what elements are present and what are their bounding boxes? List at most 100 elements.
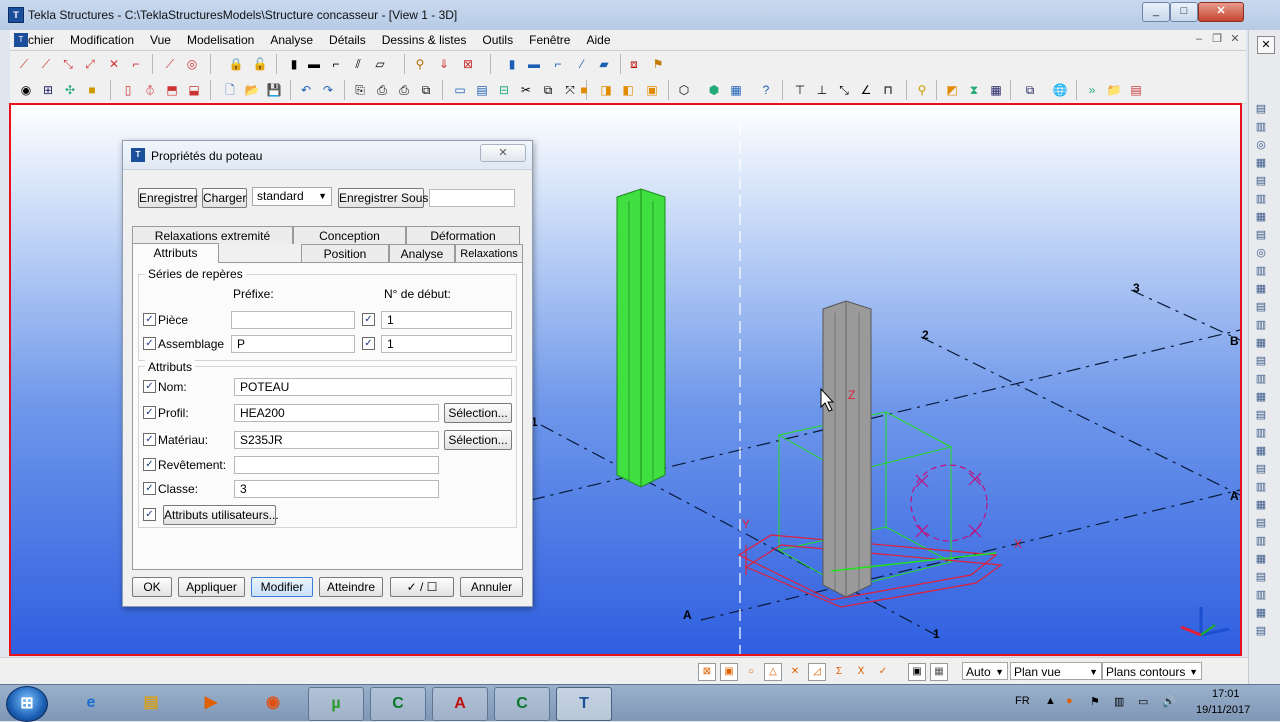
snap-select-icon[interactable]: ▣ xyxy=(908,663,926,681)
name-input[interactable]: POTEAU xyxy=(234,378,512,396)
side-tool-6-icon[interactable]: ▥ xyxy=(1254,192,1268,206)
tab-analyse[interactable]: Analyse xyxy=(389,244,455,262)
close-button[interactable]: ✕ xyxy=(1198,2,1244,22)
side-tool-12-icon[interactable]: ▤ xyxy=(1254,300,1268,314)
inquire-icon[interactable]: ⬒ xyxy=(164,82,180,98)
tab-position[interactable]: Position xyxy=(301,244,389,262)
view-system-icon[interactable]: T xyxy=(14,33,28,47)
snap-center-icon[interactable]: ◎ xyxy=(184,56,200,72)
select-surface-icon[interactable]: ◧ xyxy=(620,82,636,98)
snap-sum-icon[interactable]: Σ xyxy=(830,663,848,681)
side-tool-25-icon[interactable]: ▥ xyxy=(1254,534,1268,548)
side-tool-17-icon[interactable]: ▦ xyxy=(1254,390,1268,404)
media-player-icon[interactable]: ▶ xyxy=(184,687,238,719)
copy-object-icon[interactable]: ⧉ xyxy=(540,82,556,98)
snap-triangle-icon[interactable]: △ xyxy=(764,663,782,681)
concrete-beam-icon[interactable]: ▬ xyxy=(526,56,542,72)
box-icon[interactable]: ■ xyxy=(84,82,100,98)
side-tool-2-icon[interactable]: ▥ xyxy=(1254,120,1268,134)
clock-date[interactable]: 19/11/2017 xyxy=(1196,704,1250,716)
open-icon[interactable]: 📂 xyxy=(244,82,260,98)
view-restore-icon[interactable]: ❐ xyxy=(1208,30,1226,48)
snap-nearest-icon[interactable]: ⤢ xyxy=(82,56,98,72)
clip-plane-icon[interactable]: ⊟ xyxy=(496,82,512,98)
side-tool-16-icon[interactable]: ▥ xyxy=(1254,372,1268,386)
tab-deformation[interactable]: Déformation xyxy=(406,226,520,244)
load-button[interactable]: Charger xyxy=(202,188,247,208)
arc-icon[interactable]: ⊓ xyxy=(880,82,896,98)
side-close-icon[interactable]: ✕ xyxy=(1257,36,1275,54)
dialog-title-bar[interactable]: T Propriétés du poteau ✕ xyxy=(123,141,532,170)
modify-button[interactable]: Modifier xyxy=(251,577,313,597)
side-tool-1-icon[interactable]: ▤ xyxy=(1254,102,1268,116)
preset-select[interactable]: standard ▼ xyxy=(252,187,332,206)
get-button[interactable]: Atteindre xyxy=(319,577,383,597)
utorrent-icon[interactable]: µ xyxy=(308,687,364,721)
snap-geom-icon[interactable]: ▣ xyxy=(720,663,738,681)
snap-mode-select[interactable]: Auto ▼ xyxy=(962,662,1008,680)
point-icon[interactable]: ✣ xyxy=(62,82,78,98)
snap-check-icon[interactable]: ✓ xyxy=(874,663,892,681)
reinforcement-icon[interactable]: ⊠ xyxy=(460,56,476,72)
dimension-orth-icon[interactable]: ⊥ xyxy=(814,82,830,98)
view-list-icon[interactable]: ▤ xyxy=(474,82,490,98)
grid-icon[interactable]: ⊞ xyxy=(40,82,56,98)
camtasia-icon[interactable]: C xyxy=(370,687,426,721)
pick-icon[interactable]: ▯ xyxy=(120,82,136,98)
tab-conception[interactable]: Conception xyxy=(293,226,406,244)
save-as-button[interactable]: Enregistrer Sous xyxy=(338,188,428,208)
tray-flag-icon[interactable]: ⚑ xyxy=(1090,695,1100,708)
snap-perp-icon[interactable]: ◿ xyxy=(808,663,826,681)
workplane-icon[interactable]: ⧉ xyxy=(1022,82,1038,98)
snap-circle-icon[interactable]: ○ xyxy=(742,663,760,681)
part-prefix-input[interactable] xyxy=(231,311,355,329)
side-tool-20-icon[interactable]: ▦ xyxy=(1254,444,1268,458)
copy-icon[interactable]: ⎘ xyxy=(352,82,368,98)
layers-icon[interactable]: ◩ xyxy=(944,82,960,98)
explorer-icon[interactable]: ▤ xyxy=(124,687,178,719)
camtasia-recorder-icon[interactable]: C xyxy=(494,687,550,721)
undo-icon[interactable]: ↶ xyxy=(298,82,314,98)
tray-app-icon[interactable]: ● xyxy=(1066,695,1073,707)
profile-input[interactable]: HEA200 xyxy=(234,404,439,422)
language-indicator[interactable]: FR xyxy=(1015,695,1030,707)
concrete-polybeam-icon[interactable]: ⌐ xyxy=(550,56,566,72)
tekla-app-icon[interactable]: T xyxy=(8,7,24,23)
side-tool-5-icon[interactable]: ▤ xyxy=(1254,174,1268,188)
start-button[interactable]: ⊞ xyxy=(6,686,48,722)
side-tool-15-icon[interactable]: ▤ xyxy=(1254,354,1268,368)
filter-icon[interactable]: ⧗ xyxy=(966,82,982,98)
volume-icon[interactable]: 🔊 xyxy=(1162,695,1176,708)
drawing-icon[interactable]: ⧉ xyxy=(418,82,434,98)
finish-checkbox[interactable]: ✓ xyxy=(143,458,156,471)
material-input[interactable]: S235JR xyxy=(234,431,439,449)
measure-icon[interactable]: ⬓ xyxy=(186,82,202,98)
web-icon[interactable]: 🌐 xyxy=(1052,82,1068,98)
unlock-icon[interactable]: 🔓 xyxy=(252,56,268,72)
assembly-checkbox[interactable]: ✓ xyxy=(143,337,156,350)
polybeam-icon[interactable]: ⌐ xyxy=(328,56,344,72)
save-icon[interactable]: 💾 xyxy=(266,82,282,98)
tab-relaxations-origine[interactable]: Relaxations origine xyxy=(455,244,523,278)
macro-icon[interactable]: ⚑ xyxy=(650,56,666,72)
create-view-icon[interactable]: ▭ xyxy=(452,82,468,98)
profile-select-button[interactable]: Sélection... xyxy=(444,403,512,423)
menu-aide[interactable]: Aide xyxy=(578,30,618,50)
select-all-icon[interactable]: ■ xyxy=(576,82,592,98)
paste-icon[interactable]: ⎙ xyxy=(374,82,390,98)
material-select-button[interactable]: Sélection... xyxy=(444,430,512,450)
snap-ref-icon[interactable]: ⊠ xyxy=(698,663,716,681)
side-tool-14-icon[interactable]: ▦ xyxy=(1254,336,1268,350)
side-tool-19-icon[interactable]: ▥ xyxy=(1254,426,1268,440)
snap-mid-icon[interactable]: ⟋ xyxy=(38,56,54,72)
menu-vue[interactable]: Vue xyxy=(142,30,179,50)
name-checkbox[interactable]: ✓ xyxy=(143,380,156,393)
clash-check-icon[interactable]: ⬢ xyxy=(706,82,722,98)
save-as-input[interactable] xyxy=(429,189,515,207)
binoculars-icon[interactable]: ◉ xyxy=(18,82,34,98)
side-tool-26-icon[interactable]: ▦ xyxy=(1254,552,1268,566)
autocad-icon[interactable]: A xyxy=(432,687,488,721)
user-attributes-checkbox[interactable]: ✓ xyxy=(143,508,156,521)
class-input[interactable]: 3 xyxy=(234,480,439,498)
side-tool-27-icon[interactable]: ▤ xyxy=(1254,570,1268,584)
